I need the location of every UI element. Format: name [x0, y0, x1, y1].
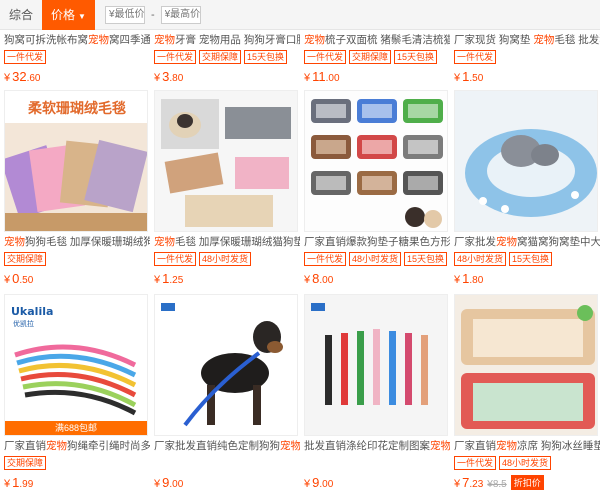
product-card[interactable]: 狗窝可拆洗帐布窝宠物窝四季通用厂家... 一件代发 ¥32.60: [4, 30, 150, 85]
tag-badge: 交期保障: [349, 50, 392, 64]
discount-badge: 折扣价: [510, 475, 544, 490]
product-card[interactable]: 厂家直销宠物凉席 狗狗冰丝睡垫猫凉... 一件代发48小时发货 ¥7.23¥8.…: [454, 294, 600, 491]
product-price: ¥32.60: [4, 69, 41, 84]
product-card[interactable]: Ukalila 优凯拉 满688包邮 厂家直销宠物狗绳牵引绳时尚多色PU... …: [4, 294, 150, 491]
tag-badge: 一件代发: [154, 50, 197, 64]
price-range-dash: -: [150, 8, 155, 21]
tag-badge: 一件代发: [304, 252, 347, 266]
product-price: ¥11.00: [304, 69, 340, 84]
tag-badge: 一件代发: [304, 50, 347, 64]
product-title[interactable]: 宠物毛毯 加厚保暖珊瑚绒猫狗垫...: [154, 235, 300, 249]
product-price: ¥1.80: [454, 271, 484, 286]
product-price: ¥3.80: [154, 69, 184, 84]
product-card[interactable]: 宠物毛毯 加厚保暖珊瑚绒猫狗垫... 一件代发 48小时发货 ¥1.25: [154, 90, 300, 287]
product-price: ¥9.00: [304, 475, 334, 490]
product-image[interactable]: [304, 294, 448, 436]
product-price: ¥7.23 ¥8.5 折扣价: [454, 475, 600, 491]
product-card[interactable]: 宠物牙膏 宠物用品 狗狗牙膏口腔护... 一件代发交期保障15天包换 ¥3.80: [154, 30, 300, 85]
product-title[interactable]: 宠物狗狗毛毯 加厚保暖珊瑚绒狗窝...: [4, 235, 150, 249]
product-image[interactable]: 柔软珊瑚绒毛毯: [4, 90, 148, 232]
sort-comprehensive[interactable]: 综合: [0, 0, 42, 30]
product-image[interactable]: [154, 294, 298, 436]
tag-badge: 48小时发货: [199, 252, 252, 266]
tag-badge: 15天包换: [404, 252, 448, 266]
image-banner-text: 柔软珊瑚绒毛毯: [27, 100, 126, 117]
product-title[interactable]: 宠物牙膏 宠物用品 狗狗牙膏口腔护...: [154, 33, 300, 47]
tag-badge: 一件代发: [154, 252, 197, 266]
tag-badge: 48小时发货: [454, 252, 507, 266]
product-title[interactable]: 厂家直销爆款狗垫子糖果色方形保暖...: [304, 235, 450, 249]
brand-logo-sub: 优凯拉: [13, 319, 34, 328]
product-card[interactable]: 厂家批发直销纯色定制狗狗宠物用品... ¥9.00: [154, 294, 300, 491]
product-image[interactable]: Ukalila 优凯拉 满688包邮: [4, 294, 148, 436]
product-title[interactable]: 宠物梳子双面梳 猪鬃毛清洁梳猫狗...: [304, 33, 450, 47]
product-title[interactable]: 厂家直销宠物狗绳牵引绳时尚多色PU...: [4, 439, 150, 453]
sort-down-icon: ▼: [78, 11, 86, 21]
tag-badge: 48小时发货: [499, 456, 552, 470]
tag-badge: 交期保障: [4, 456, 47, 470]
product-price: ¥8.00: [304, 271, 334, 286]
product-image[interactable]: [154, 90, 298, 232]
original-price: ¥8.5: [487, 479, 507, 490]
product-title[interactable]: 厂家直销宠物凉席 狗狗冰丝睡垫猫凉...: [454, 439, 600, 453]
min-price-input[interactable]: [104, 5, 145, 24]
tag-badge: 交期保障: [199, 50, 242, 64]
product-title[interactable]: 厂家批发直销纯色定制狗狗宠物用品...: [154, 439, 300, 453]
promo-banner: 满688包邮: [5, 421, 147, 435]
sort-price-label: 价格: [51, 7, 76, 22]
product-title[interactable]: 厂家现货 狗窝垫 宠物毛毯 批发狗狗...: [454, 33, 600, 47]
product-card[interactable]: 宠物梳子双面梳 猪鬃毛清洁梳猫狗... 一件代发交期保障15天包换 ¥11.00: [304, 30, 450, 85]
product-price: ¥1.25: [154, 271, 184, 286]
product-card[interactable]: 厂家现货 狗窝垫 宠物毛毯 批发狗狗... 一件代发 ¥1.50: [454, 30, 600, 85]
tag-badge: 15天包换: [244, 50, 288, 64]
product-card[interactable]: 柔软珊瑚绒毛毯 宠物狗狗毛毯 加厚保暖珊瑚绒狗窝... 交期保障 ¥0.50: [4, 90, 150, 287]
product-title[interactable]: 批发直销涤纶印花定制图案宠物用品...: [304, 439, 450, 453]
tag-badge: 一件代发: [454, 50, 497, 64]
tag-badge: 15天包换: [394, 50, 438, 64]
sort-price[interactable]: 价格 ▼: [42, 0, 95, 30]
product-price: ¥1.99: [4, 475, 34, 490]
brand-logo: Ukalila: [11, 305, 53, 318]
product-card[interactable]: 厂家批发宠物窝猫窝狗窝垫中大型犬... 48小时发货15天包换 ¥1.80: [454, 90, 600, 287]
product-price: ¥0.50: [4, 271, 34, 286]
tag-badge: 48小时发货: [349, 252, 402, 266]
max-price-input[interactable]: [160, 5, 201, 24]
product-image[interactable]: [304, 90, 448, 232]
tag-badge: 一件代发: [454, 456, 497, 470]
sort-bar: 综合 价格▼ -: [0, 0, 600, 30]
product-image[interactable]: [454, 294, 598, 436]
product-card[interactable]: 厂家直销爆款狗垫子糖果色方形保暖... 一件代发48小时发货15天包换 ¥8.0…: [304, 90, 450, 287]
product-image[interactable]: [454, 90, 598, 232]
product-title[interactable]: 狗窝可拆洗帐布窝宠物窝四季通用厂家...: [4, 33, 150, 47]
tag-badge: 15天包换: [509, 252, 553, 266]
product-title[interactable]: 厂家批发宠物窝猫窝狗窝垫中大型犬...: [454, 235, 600, 249]
tag-badge: 一件代发: [4, 50, 47, 64]
tag-badge: 交期保障: [4, 252, 47, 266]
product-price: ¥1.50: [454, 69, 484, 84]
product-card[interactable]: 批发直销涤纶印花定制图案宠物用品... ¥9.00: [304, 294, 450, 491]
product-price: ¥9.00: [154, 475, 184, 490]
